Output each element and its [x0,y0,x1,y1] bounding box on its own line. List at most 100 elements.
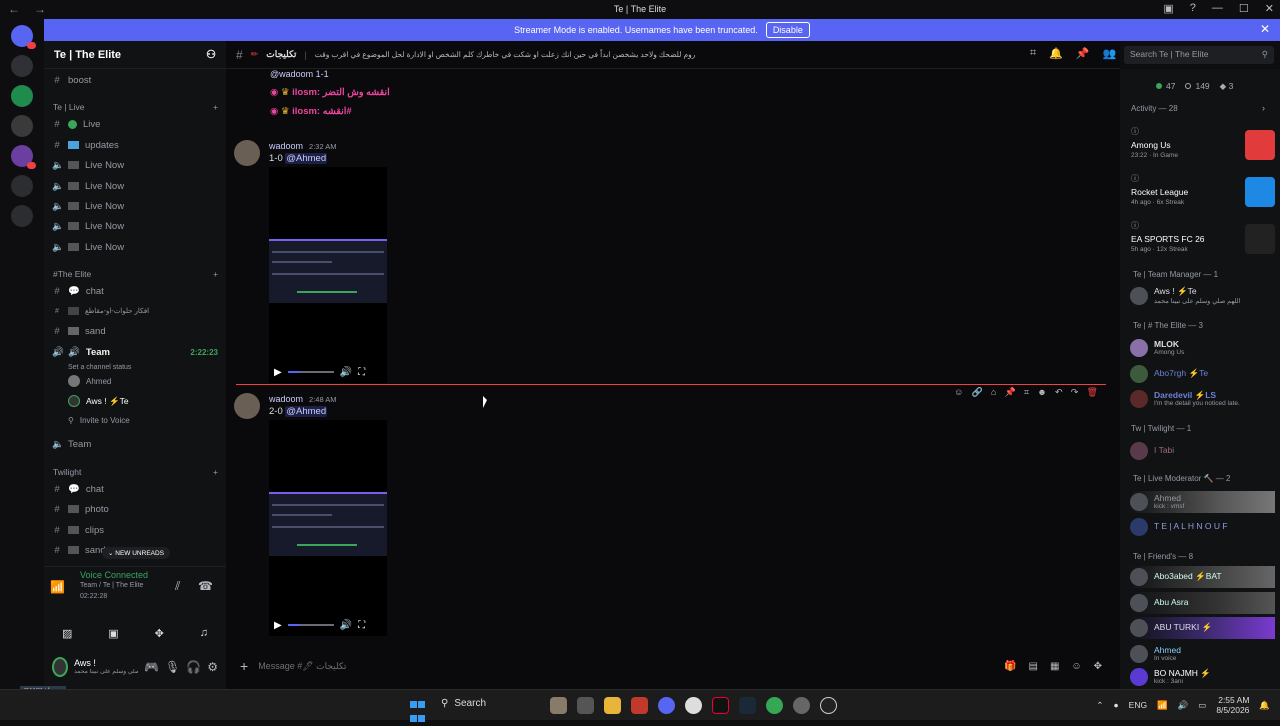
mention[interactable]: @Ahmed [285,406,328,417]
server-icon[interactable] [11,115,33,137]
app-icon[interactable]: ⌂ [991,387,996,397]
wifi-icon[interactable]: 📶 [1157,700,1168,711]
minimize-button[interactable]: — [1212,2,1223,15]
play-icon[interactable]: ▶ [274,367,282,378]
volume-icon[interactable]: 🔊 [340,367,352,378]
activities-icon[interactable]: ✥ [155,627,164,640]
close-icon[interactable]: ✕ [1260,22,1270,36]
discover-icon[interactable] [11,205,33,227]
category-live[interactable]: Te | Live + [53,102,218,112]
file-explorer-icon[interactable] [604,697,621,714]
add-channel-icon[interactable]: + [213,102,218,112]
mention[interactable]: @Ahmed [285,153,328,164]
battery-icon[interactable]: ▭ [1198,700,1206,711]
volume-slider[interactable] [287,624,334,626]
search-input[interactable]: Search Te | The Elite ⚲ [1124,46,1274,64]
member-item[interactable]: Ahmed In voice [1130,643,1275,665]
member-item[interactable]: Abo7rgh ⚡Te [1130,363,1275,385]
reaction-icon[interactable]: ☺ [954,387,963,397]
apps-icon[interactable]: ✥ [1094,661,1102,672]
activity-card[interactable]: ⓘ Rocket League 4h ago · 6x Streak [1130,173,1275,217]
chevron-right-icon[interactable]: › [1262,103,1265,113]
camera-off-icon[interactable]: ▨ [62,627,72,640]
app-icon[interactable] [685,697,702,714]
add-server-icon[interactable] [11,175,33,197]
chrome-icon[interactable] [766,697,783,714]
video-attachment[interactable]: ▶ 🔊 ⛶ [269,167,387,383]
member-item[interactable]: Abo3abed ⚡BAT [1130,566,1275,588]
server-icon[interactable] [11,145,36,169]
add-channel-icon[interactable]: + [213,467,218,477]
message-composer[interactable]: + Message #🖊 تكليجات 🎁 ▤ ▦ ☺ ✥ [234,654,1114,678]
video-attachment[interactable]: ▶ 🔊 ⛶ [269,420,387,636]
voice-location[interactable]: Team / Te | The Elite [80,582,143,589]
emoji-icon[interactable]: ☻ [1037,387,1046,397]
pin-icon[interactable]: 📌 [1076,47,1090,60]
link-icon[interactable]: 🔗 [972,387,983,398]
sticker-icon[interactable]: ▦ [1050,661,1059,672]
message-input[interactable]: Message #🖊 تكليجات [258,661,346,672]
disconnect-icon[interactable]: ☎ [198,579,213,593]
category-twilight[interactable]: Twilight + [53,467,218,477]
screen-share-icon[interactable]: ▣ [108,627,118,640]
reply-icon[interactable]: ↶ [1055,387,1063,398]
members-icon[interactable]: 👥 [1103,47,1117,60]
category-the-elite[interactable]: #The Elite + [53,269,218,279]
discord-icon[interactable] [658,697,675,714]
close-window-button[interactable]: ✕ [1265,2,1274,15]
add-friend-icon[interactable]: ⚇ [206,48,216,61]
taskbar-search[interactable]: ⚲ Search [441,698,486,709]
server-header[interactable]: Te | The Elite ⚇ [44,41,226,69]
tiktok-icon[interactable] [712,697,729,714]
steam-icon[interactable] [739,697,756,714]
thread-icon[interactable]: ⌗ [1024,387,1029,398]
activity-card[interactable]: ⓘ Among Us 23:22 · In Game [1130,126,1275,170]
channel-topic[interactable]: روم للضحك ولاحد يشخصن ابداً في حين انك ز… [315,50,696,59]
fullscreen-icon[interactable]: ⛶ [358,367,365,378]
headset-icon[interactable]: 🎧 [186,660,201,674]
avatar[interactable] [234,393,260,419]
windows-start-icon[interactable] [410,698,426,722]
direct-messages-icon[interactable] [11,25,36,49]
server-icon[interactable] [11,55,33,77]
disable-button[interactable]: Disable [765,22,810,38]
maximize-button[interactable]: ☐ [1239,2,1249,15]
member-item[interactable]: T E | A L H N O U F [1130,516,1275,538]
game-icon[interactable]: 🎮 [144,660,159,674]
chevron-up-icon[interactable]: ⌃ [1096,700,1103,711]
add-attachment-icon[interactable]: + [240,658,248,674]
soundboard-icon[interactable]: ♫ [200,627,208,639]
member-item[interactable]: Daredevil ⚡LS I'm the detail you noticed … [1130,388,1275,410]
emoji-icon[interactable]: ☺ [1071,661,1081,672]
new-unreads-badge[interactable]: ⌄ NEW UNREADS [102,547,171,559]
forward-icon[interactable]: ↷ [1071,387,1079,398]
delete-icon[interactable]: 🗑 [1086,387,1097,398]
bell-icon[interactable]: 🔔 [1049,47,1063,60]
clock[interactable]: 2:55 AM 8/5/2026 [1216,695,1249,715]
noise-suppression-icon[interactable]: ⫽ [175,579,180,594]
quote-head[interactable]: @wadoom 1-1 [270,69,329,79]
add-channel-icon[interactable]: + [213,269,218,279]
volume-icon[interactable]: 🔊 [340,620,352,631]
activity-header[interactable]: Activity — 28 [1131,104,1178,113]
task-view-icon[interactable] [577,697,594,714]
app-tray-icon[interactable]: ● [1114,700,1119,710]
app-widget-icon[interactable] [550,697,567,714]
member-item[interactable]: Aws ! ⚡Te اللهم صلي وسلم على نبينا محمد [1130,285,1275,307]
lang-indicator[interactable]: ENG [1129,700,1147,710]
server-icon[interactable] [11,85,33,107]
volume-icon[interactable]: 🔊 [1178,700,1189,711]
app-icon[interactable] [793,697,810,714]
pin-icon[interactable]: 📌 [1005,387,1016,398]
notification-bell-icon[interactable]: 🔔 [1259,700,1270,711]
member-item[interactable]: BO NAJMH ⚡ kick : 3ani [1130,667,1275,687]
settings-gear-icon[interactable]: ⚙ [207,660,218,674]
volume-slider[interactable] [287,371,334,373]
member-item[interactable]: Abu Asra [1130,592,1275,614]
member-item[interactable]: ABU TURKI ⚡ [1130,617,1275,639]
help-icon[interactable]: ? [1190,2,1196,15]
avatar[interactable] [234,140,260,166]
gift-icon[interactable]: 🎁 [1004,661,1016,672]
author[interactable]: wadoom 2:32 AM [269,141,337,151]
member-item[interactable]: I Tabi [1130,440,1275,462]
